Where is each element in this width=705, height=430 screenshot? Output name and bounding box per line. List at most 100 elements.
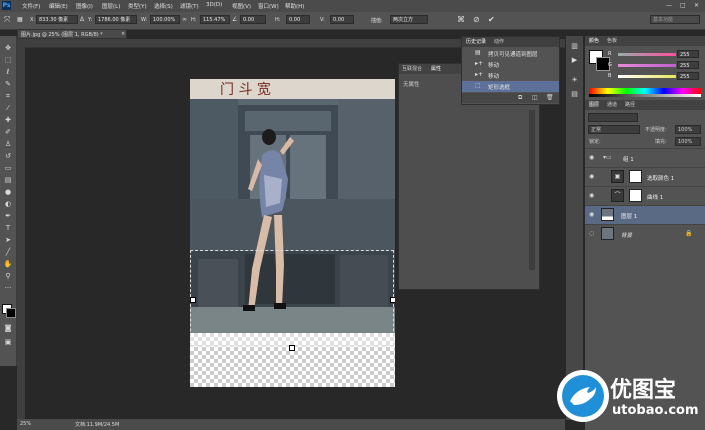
adjustments-panel-icon[interactable]: ☀	[570, 76, 579, 85]
ruler-vertical[interactable]	[17, 47, 25, 419]
tab-actions[interactable]: 动作	[494, 38, 504, 45]
tab-adjustments[interactable]: 互联混合	[402, 65, 422, 72]
green-slider[interactable]: G 255	[588, 61, 703, 71]
transform-bounding-box[interactable]	[190, 250, 394, 346]
angle-field[interactable]: 0.00	[240, 15, 266, 24]
quick-mask-icon[interactable]: ◙	[3, 324, 13, 333]
extra-tools-icon[interactable]: ···	[3, 284, 13, 293]
menu-3d[interactable]: 3D(D)	[206, 2, 222, 8]
document-tab[interactable]: 图片.jpg @ 25% (图层 1, RGB/8) * ×	[17, 29, 127, 39]
history-item[interactable]: ▸+ 移动	[462, 59, 559, 70]
new-document-icon[interactable]: ◫	[532, 94, 538, 101]
zoom-level[interactable]: 25%	[20, 421, 31, 427]
gradient-tool-icon[interactable]: ▤	[3, 176, 13, 185]
visibility-eye-icon[interactable]: ◉	[589, 192, 594, 199]
blue-slider[interactable]: B 255	[588, 72, 703, 82]
v-skew-field[interactable]: 0.00	[330, 15, 354, 24]
red-slider[interactable]: R 255	[588, 50, 703, 60]
blue-value-field[interactable]: 255	[677, 72, 699, 80]
layer-row-background[interactable]: ◌ 背景 🔒	[585, 224, 705, 243]
healing-tool-icon[interactable]: ✚	[3, 116, 13, 125]
tab-channels[interactable]: 通道	[607, 101, 617, 108]
history-panel-icon[interactable]: ▥	[570, 42, 579, 51]
shape-tool-icon[interactable]: ╱	[3, 248, 13, 257]
tab-color[interactable]: 颜色	[589, 37, 599, 44]
relative-position-icon[interactable]: Δ	[80, 15, 84, 25]
path-select-tool-icon[interactable]: ➤	[3, 236, 13, 245]
history-item-selected[interactable]: ⬚ 矩形选框	[462, 81, 559, 92]
red-gradient[interactable]	[618, 53, 676, 56]
clone-stamp-tool-icon[interactable]: ♙	[3, 140, 13, 149]
layer-row-selected[interactable]: ◉ 图层 1	[585, 205, 705, 224]
background-color-swatch[interactable]	[6, 308, 16, 318]
visibility-eye-icon[interactable]: ◉	[589, 211, 594, 218]
properties-panel-icon[interactable]: ▤	[570, 90, 579, 99]
close-document-icon[interactable]: ×	[121, 31, 125, 37]
layer-row-adjustment[interactable]: ◉ ⌒ 曲线 1	[585, 186, 705, 205]
tab-swatches[interactable]: 色板	[607, 37, 617, 44]
tab-layers[interactable]: 图层	[589, 101, 599, 108]
layer-row-group[interactable]: ◉ ▾▭ 组 1	[585, 148, 705, 167]
commit-transform-icon[interactable]: ✔	[488, 15, 495, 25]
brush-tool-icon[interactable]: ✐	[3, 128, 13, 137]
move-tool-icon[interactable]: ✥	[3, 44, 13, 53]
quick-select-tool-icon[interactable]: ✎	[3, 80, 13, 89]
transform-handle[interactable]	[390, 297, 395, 303]
document-size-info[interactable]: 文档:11.9M/24.5M	[75, 421, 119, 428]
minimize-button[interactable]: —	[666, 2, 672, 9]
visibility-eye-icon[interactable]: ◉	[589, 154, 594, 161]
workspace-select[interactable]: 基本功能	[650, 15, 700, 24]
type-tool-icon[interactable]: T	[3, 224, 13, 233]
height-percent-field[interactable]: 115.47%	[200, 15, 230, 24]
document-canvas[interactable]: 门 斗 宽	[190, 79, 395, 387]
eyedropper-tool-icon[interactable]: ⁄	[3, 104, 13, 113]
blend-mode-select[interactable]: 正常	[588, 125, 640, 134]
visibility-eye-icon[interactable]: ◌	[589, 230, 594, 237]
eraser-tool-icon[interactable]: ▭	[3, 164, 13, 173]
green-value-field[interactable]: 255	[677, 61, 699, 69]
h-skew-field[interactable]: 0.00	[286, 15, 310, 24]
history-item[interactable]: ▤ 拷贝可见通道到图层	[462, 48, 559, 59]
move-transform-icon[interactable]: ⤧	[4, 15, 10, 25]
green-gradient[interactable]	[618, 64, 676, 67]
menu-help[interactable]: 帮助(H)	[285, 2, 304, 10]
grayscale-ramp[interactable]	[589, 94, 701, 97]
transform-handle[interactable]	[190, 297, 196, 303]
cancel-transform-icon[interactable]: ⊘	[473, 15, 480, 25]
blur-tool-icon[interactable]: ●	[3, 188, 13, 197]
width-percent-field[interactable]: 100.00%	[150, 15, 180, 24]
blue-gradient[interactable]	[618, 75, 676, 78]
tab-history[interactable]: 历史记录	[466, 38, 486, 45]
actions-panel-icon[interactable]: ▶	[570, 56, 579, 65]
transform-handle[interactable]	[289, 345, 295, 351]
menu-window[interactable]: 窗口(W)	[258, 2, 279, 10]
snapshot-icon[interactable]: ⧉	[518, 94, 522, 102]
menu-edit[interactable]: 编辑(E)	[49, 2, 68, 10]
menu-image[interactable]: 图像(I)	[76, 2, 93, 10]
visibility-eye-icon[interactable]: ◉	[589, 173, 594, 180]
y-field[interactable]: 1786.00 像素	[95, 15, 137, 24]
crop-tool-icon[interactable]: ⌗	[3, 92, 13, 101]
tab-properties[interactable]: 属性	[431, 65, 441, 72]
menu-filter[interactable]: 滤镜(T)	[180, 2, 199, 10]
fill-field[interactable]: 100%	[675, 137, 701, 146]
history-brush-tool-icon[interactable]: ↺	[3, 152, 13, 161]
reference-point-icon[interactable]: ▦	[17, 15, 23, 25]
hand-tool-icon[interactable]: ✋	[3, 260, 13, 269]
properties-scrollbar[interactable]	[529, 110, 535, 270]
x-field[interactable]: 833.30 像素	[36, 15, 78, 24]
warp-mode-icon[interactable]: ⌘	[457, 15, 465, 25]
maximize-button[interactable]: □	[680, 2, 686, 9]
marquee-tool-icon[interactable]: ⬚	[3, 56, 13, 65]
layer-filter-select[interactable]	[588, 113, 638, 122]
menu-select[interactable]: 选择(S)	[154, 2, 173, 10]
layer-row-adjustment[interactable]: ◉ ▣ 选取颜色 1	[585, 167, 705, 186]
opacity-field[interactable]: 100%	[675, 125, 701, 134]
menu-view[interactable]: 视图(V)	[232, 2, 251, 10]
red-value-field[interactable]: 255	[677, 50, 699, 58]
pen-tool-icon[interactable]: ✒	[3, 212, 13, 221]
menu-layer[interactable]: 图层(L)	[102, 2, 120, 10]
interpolation-select[interactable]: 两次立方	[390, 15, 428, 24]
dodge-tool-icon[interactable]: ◐	[3, 200, 13, 209]
menu-type[interactable]: 类型(Y)	[128, 2, 147, 10]
